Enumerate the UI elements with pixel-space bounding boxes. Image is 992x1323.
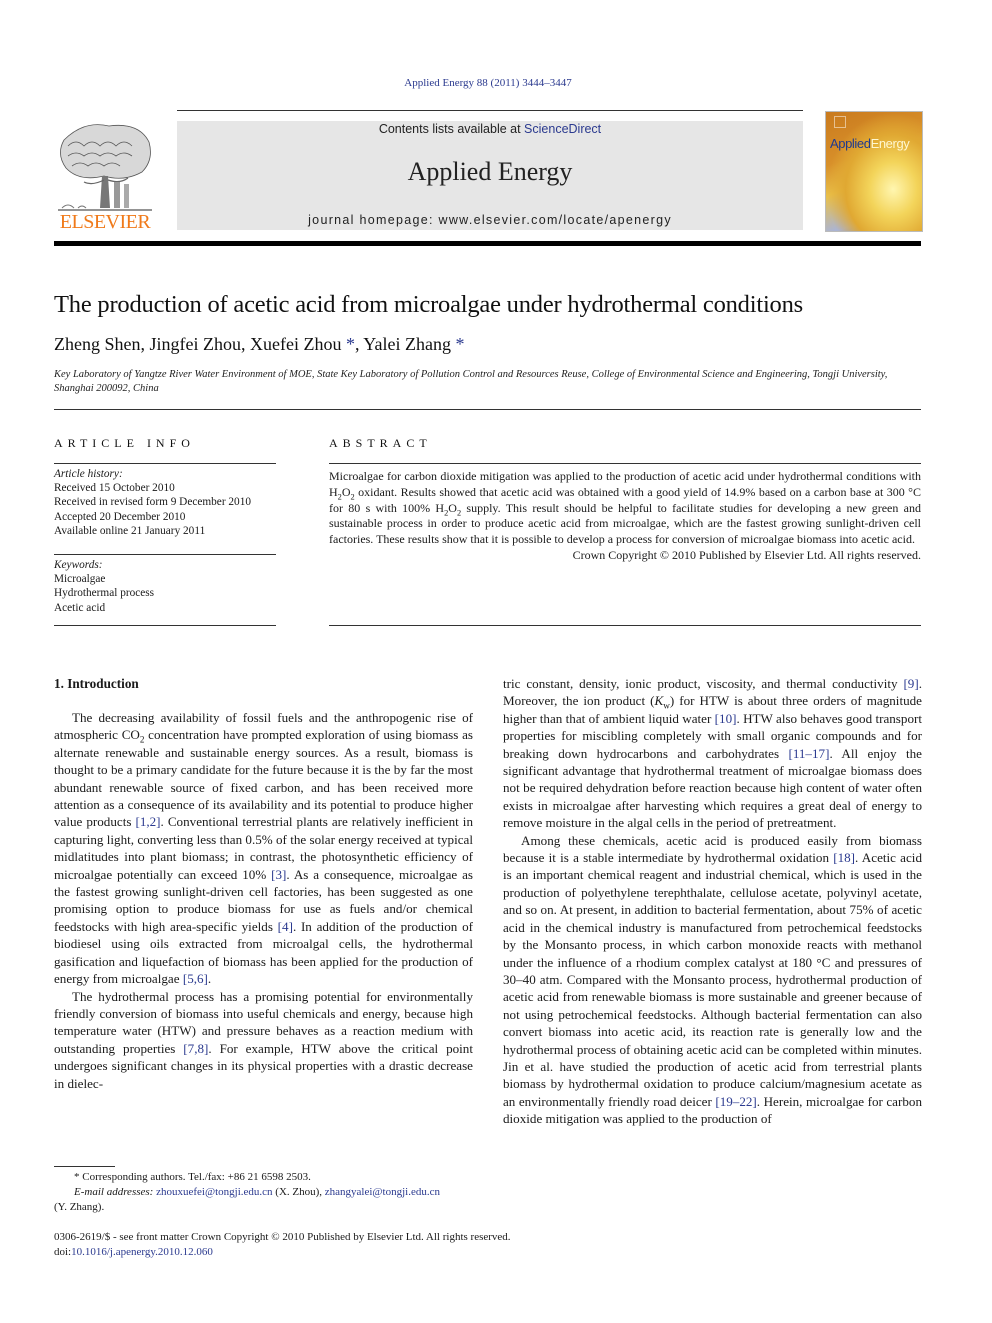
citation-link[interactable]: [1,2] [135, 814, 160, 829]
contents-line: Contents lists available at ScienceDirec… [177, 122, 803, 136]
body-column-right: tric constant, density, ionic product, v… [503, 675, 922, 1128]
journal-citation-link[interactable]: Applied Energy 88 (2011) 3444–3447 [0, 77, 976, 89]
article-history: Article history: Received 15 October 201… [54, 467, 251, 538]
author-name: Xuefei Zhou [249, 334, 342, 354]
citation-link[interactable]: [9] [903, 676, 918, 691]
keyword: Microalgae [54, 573, 106, 586]
footnotes: * Corresponding authors. Tel./fax: +86 2… [54, 1170, 474, 1215]
header-thick-rule [54, 241, 921, 246]
divider [54, 463, 276, 464]
body-column-left: The decreasing availability of fossil fu… [54, 709, 473, 1092]
sciencedirect-link[interactable]: ScienceDirect [524, 122, 601, 136]
journal-homepage-link[interactable]: journal homepage: www.elsevier.com/locat… [177, 213, 803, 227]
journal-masthead: Contents lists available at ScienceDirec… [177, 121, 803, 230]
author-affiliation: Key Laboratory of Yangtze River Water En… [54, 369, 888, 394]
cover-title-part2: Energy [870, 136, 910, 151]
author-name: Zheng Shen [54, 334, 141, 354]
author-name: Jingfei Zhou [149, 334, 241, 354]
citation-link[interactable]: [4] [278, 919, 293, 934]
body-paragraph: The hydrothermal process has a promising… [54, 988, 473, 1091]
doi-line: doi:10.1016/j.apenergy.2010.12.060 [54, 1245, 511, 1260]
abstract-copyright: Crown Copyright © 2010 Published by Else… [572, 547, 921, 562]
history-label: Article history: [54, 468, 123, 480]
issn-line: 0306-2619/$ - see front matter Crown Cop… [54, 1231, 511, 1243]
author-name: Yalei Zhang [363, 334, 451, 354]
divider [329, 463, 921, 464]
contents-prefix: Contents lists available at [378, 122, 525, 136]
abstract-body: Microalgae for carbon dioxide mitigation… [329, 469, 921, 564]
citation-link[interactable]: [10] [715, 711, 737, 726]
footnote-rule [54, 1166, 115, 1167]
journal-cover-image: AppliedEnergy [825, 111, 923, 232]
email-footnote: E-mail addresses: zhouxuefei@tongji.edu.… [74, 1186, 440, 1198]
corresponding-author-marker[interactable]: * [341, 334, 355, 354]
keyword: Hydrothermal process [54, 587, 155, 600]
divider [329, 625, 921, 626]
body-paragraph: tric constant, density, ionic product, v… [503, 676, 922, 831]
keywords: Keywords: Microalgae Hydrothermal proces… [54, 558, 154, 615]
keyword: Acetic acid [54, 601, 106, 614]
affiliation-rule [54, 409, 921, 410]
citation-link[interactable]: [7,8] [183, 1041, 208, 1056]
doi-link[interactable]: 10.1016/j.apenergy.2010.12.060 [71, 1246, 213, 1258]
section-heading-introduction: 1. Introduction [54, 676, 139, 691]
abstract-text: Microalgae for carbon dioxide mitigation… [329, 469, 921, 547]
body-paragraph: The decreasing availability of fossil fu… [54, 710, 473, 987]
bottom-metadata: 0306-2619/$ - see front matter Crown Cop… [54, 1230, 511, 1259]
email-link[interactable]: zhouxuefei@tongji.edu.cn [156, 1186, 272, 1198]
chemical-formula: H2O2 [329, 484, 355, 502]
email-link[interactable]: zhangyalei@tongji.edu.cn [325, 1186, 440, 1198]
article-title: The production of acetic acid from micro… [54, 291, 803, 318]
history-item: Received 15 October 2010 [54, 482, 175, 495]
citation-link[interactable]: [5,6] [183, 971, 208, 986]
publisher-logo-text: ELSEVIER [59, 211, 151, 233]
citation-link[interactable]: [11–17] [788, 746, 829, 761]
email-owner: (Y. Zhang). [54, 1201, 105, 1213]
journal-name: Applied Energy [407, 157, 573, 186]
email-label: E-mail addresses: [74, 1186, 154, 1198]
keywords-label: Keywords: [54, 559, 103, 571]
cover-title: AppliedEnergy [830, 136, 910, 151]
citation-link[interactable]: [19–22] [715, 1094, 756, 1109]
doi-prefix: doi: [54, 1245, 72, 1258]
corresponding-footnote-text: Corresponding authors. Tel./fax: +86 21 … [82, 1171, 311, 1183]
author-list: Zheng Shen, Jingfei Zhou, Xuefei Zhou *,… [54, 334, 465, 354]
article-info-heading: ARTICLE INFO [54, 436, 195, 450]
chemical-formula: H2O2 [435, 500, 462, 517]
email-owner: (X. Zhou) [275, 1186, 320, 1198]
cover-title-part1: Applied [830, 136, 871, 151]
header-rule [177, 110, 803, 111]
divider [54, 625, 276, 626]
abstract-heading: ABSTRACT [329, 436, 432, 450]
body-paragraph: Among these chemicals, acetic acid is pr… [503, 832, 922, 1127]
corresponding-footnote: * Corresponding authors. Tel./fax: +86 2… [74, 1171, 311, 1183]
history-item: Available online 21 January 2011 [54, 524, 206, 537]
history-item: Accepted 20 December 2010 [54, 510, 186, 523]
cover-logo-box [834, 116, 846, 128]
citation-link[interactable]: [3] [271, 867, 286, 882]
corresponding-author-marker[interactable]: * [451, 334, 464, 354]
divider [54, 554, 276, 555]
citation-link[interactable]: [18] [833, 850, 855, 865]
history-item: Received in revised form 9 December 2010 [54, 496, 251, 509]
